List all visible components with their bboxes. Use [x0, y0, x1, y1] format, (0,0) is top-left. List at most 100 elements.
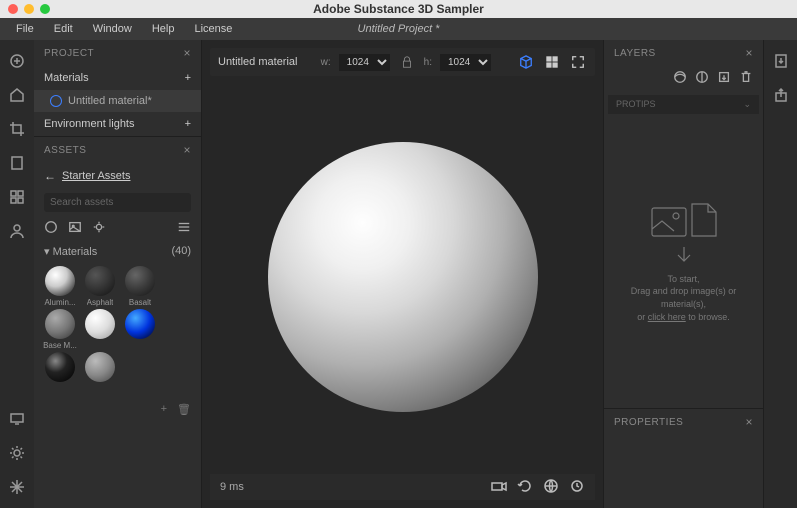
cog-icon[interactable] [6, 442, 28, 464]
material-ring-icon [50, 95, 62, 107]
filter-bar [34, 216, 201, 241]
empty-text-2: Drag and drop image(s) or material(s), [614, 285, 753, 310]
camera-icon[interactable] [491, 478, 507, 497]
assets-breadcrumb[interactable]: ← Starter Assets [34, 163, 201, 189]
minimize-window[interactable] [24, 4, 34, 14]
menu-bar: File Edit Window Help License Untitled P… [0, 18, 797, 40]
close-layers-panel[interactable]: × [745, 46, 753, 60]
globe-icon[interactable] [543, 478, 559, 497]
layer-import-icon[interactable] [717, 70, 731, 87]
filter-light-icon[interactable] [92, 220, 106, 237]
user-icon[interactable] [6, 220, 28, 242]
viewport-3d[interactable] [210, 84, 595, 470]
search-input[interactable]: Search assets [44, 193, 191, 212]
env-lights-label: Environment lights [44, 118, 135, 130]
home-icon[interactable] [6, 84, 28, 106]
height-label: h: [424, 57, 432, 68]
page-icon[interactable] [6, 152, 28, 174]
layer-sphere-icon[interactable] [673, 70, 687, 87]
monitor-icon[interactable] [6, 408, 28, 430]
asset-thumb[interactable] [42, 352, 78, 393]
add-asset-icon[interactable]: + [161, 403, 167, 416]
width-label: w: [321, 57, 331, 68]
list-view-icon[interactable] [177, 220, 191, 237]
project-panel-header: PROJECT × [34, 40, 201, 66]
back-arrow-icon[interactable]: ← [44, 169, 56, 183]
close-window[interactable] [8, 4, 18, 14]
asset-thumb[interactable] [122, 309, 158, 350]
browse-link[interactable]: click here [648, 312, 686, 322]
asset-grid: Alumin... Asphalt Basalt Base M... [34, 262, 201, 397]
layer-delete-icon[interactable] [739, 70, 753, 87]
layer-adjust-icon[interactable] [695, 70, 709, 87]
grid-icon[interactable] [6, 186, 28, 208]
menu-help[interactable]: Help [142, 23, 185, 35]
filter-sphere-icon[interactable] [44, 220, 58, 237]
category-row[interactable]: ▾ Materials (40) [34, 241, 201, 262]
viewport-area: Untitled material w: 1024 h: 1024 9 ms [202, 40, 603, 508]
menu-file[interactable]: File [6, 23, 44, 35]
protips-section[interactable]: PROTIPS⌄ [608, 95, 759, 114]
export-icon[interactable] [770, 50, 792, 72]
project-title: Untitled Project * [348, 23, 450, 35]
add-env-light-icon[interactable]: + [185, 118, 191, 130]
properties-panel: PROPERTIES × [604, 408, 763, 508]
right-tool-rail [763, 40, 797, 508]
down-arrow-icon [674, 245, 694, 265]
materials-section[interactable]: Materials + [34, 66, 201, 90]
empty-text-1: To start, [614, 273, 753, 286]
chevron-down-icon: ⌄ [743, 99, 751, 110]
menu-window[interactable]: Window [83, 23, 142, 35]
grid2d-icon[interactable] [543, 53, 561, 71]
filter-image-icon[interactable] [68, 220, 82, 237]
assets-footer: + 🗑 [34, 397, 201, 422]
preview-sphere [268, 142, 538, 412]
menu-license[interactable]: License [184, 23, 242, 35]
width-select[interactable]: 1024 [339, 54, 390, 71]
refresh-icon[interactable] [569, 478, 585, 497]
breadcrumb-link[interactable]: Starter Assets [62, 170, 130, 182]
assets-panel: ASSETS × ← Starter Assets Search assets … [34, 136, 201, 508]
viewport-toolbar: Untitled material w: 1024 h: 1024 [210, 48, 595, 76]
env-lights-section[interactable]: Environment lights + [34, 112, 201, 136]
file-placeholder-icon [691, 203, 717, 237]
image-placeholder-icon [651, 207, 687, 237]
layers-empty-state[interactable]: To start, Drag and drop image(s) or mate… [604, 118, 763, 408]
close-properties-panel[interactable]: × [745, 415, 753, 429]
add-icon[interactable] [6, 50, 28, 72]
asset-thumb[interactable]: Basalt [122, 266, 158, 307]
close-assets-panel[interactable]: × [183, 143, 191, 157]
project-panel-title: PROJECT [44, 48, 94, 59]
lock-icon[interactable] [398, 53, 416, 71]
crop-icon[interactable] [6, 118, 28, 140]
menu-edit[interactable]: Edit [44, 23, 83, 35]
assets-panel-header: ASSETS × [34, 137, 201, 163]
render-time: 9 ms [220, 481, 244, 493]
viewport-statusbar: 9 ms [210, 474, 595, 500]
app-title: Adobe Substance 3D Sampler [313, 2, 484, 16]
asset-thumb[interactable]: Asphalt [82, 266, 118, 307]
add-material-icon[interactable]: + [185, 72, 191, 84]
cube-3d-icon[interactable] [517, 53, 535, 71]
asset-thumb[interactable] [82, 352, 118, 393]
layers-panel-header: LAYERS × [604, 40, 763, 66]
assets-panel-title: ASSETS [44, 145, 86, 156]
mac-titlebar: Adobe Substance 3D Sampler [0, 0, 797, 18]
share-icon[interactable] [770, 84, 792, 106]
asset-thumb[interactable] [82, 309, 118, 350]
empty-text-3: or click here to browse. [614, 311, 753, 324]
rotate-icon[interactable] [517, 478, 533, 497]
right-panel: LAYERS × PROTIPS⌄ To start, Drag and dro… [603, 40, 763, 508]
asset-thumb[interactable]: Alumin... [42, 266, 78, 307]
material-item[interactable]: Untitled material* [34, 90, 201, 112]
maximize-window[interactable] [40, 4, 50, 14]
asset-thumb[interactable]: Base M... [42, 309, 78, 350]
expand-icon[interactable] [569, 53, 587, 71]
height-select[interactable]: 1024 [440, 54, 491, 71]
layer-toolbar [604, 66, 763, 91]
snowflake-icon[interactable] [6, 476, 28, 498]
materials-label: Materials [44, 72, 89, 84]
delete-asset-icon[interactable]: 🗑 [177, 403, 191, 416]
close-project-panel[interactable]: × [183, 46, 191, 60]
category-label: ▾ Materials [44, 245, 97, 258]
